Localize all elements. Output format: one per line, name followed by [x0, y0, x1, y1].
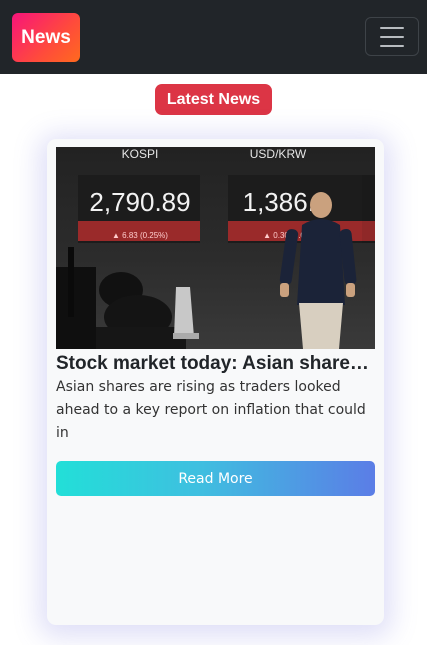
hamburger-icon: [380, 44, 404, 47]
board-right-label: USD/KRW: [250, 147, 307, 161]
article-title: Stock market today: Asian shares ...: [56, 353, 374, 374]
brand-logo[interactable]: News: [12, 13, 80, 62]
navbar: News: [0, 0, 427, 74]
article-summary: Asian shares are rising as traders looke…: [56, 379, 366, 441]
hamburger-icon: [380, 26, 404, 29]
board-left-label: KOSPI: [122, 147, 159, 161]
board-left-change: ▲ 6.83 (0.25%): [112, 231, 168, 240]
navbar-toggler-button[interactable]: [365, 17, 419, 56]
article-image[interactable]: KOSPI 2,790.89 ▲ 6.83 (0.25%) USD/KRW 1,…: [56, 147, 375, 349]
latest-news-heading: Latest News: [154, 84, 273, 115]
heading-container: Latest News: [0, 84, 427, 115]
hamburger-icon: [380, 35, 404, 38]
board-right-change: ▲ 0.30 (0.0: [263, 231, 305, 240]
board-left-value: 2,790.89: [89, 187, 190, 217]
read-more-button[interactable]: Read More: [56, 461, 375, 496]
